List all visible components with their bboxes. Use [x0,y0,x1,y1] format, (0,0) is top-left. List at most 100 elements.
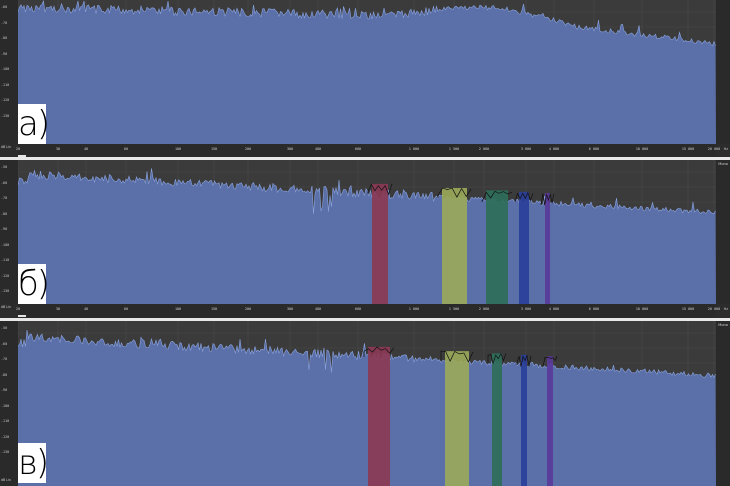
x-tick-label: 200 [244,147,252,151]
y-tick-label: -90 [1,51,8,56]
spectrum-panel-a: -60 -70 -80 -90 -100 -110 -120 -130 Hz 20 30 40 60… [0,0,730,158]
x-tick-label: 10 000 [635,147,649,151]
x-unit: Hz [723,307,728,311]
spectrum-panel-v: -50 -60 -70 -80 -90 -100 -110 -120 -130 Mono dB … [0,321,730,486]
x-tick-label: 1 500 [448,147,460,151]
y-tick-label: -100 [1,67,10,71]
spectrum-plot[interactable] [18,0,716,144]
green-band [486,190,508,304]
x-unit: Hz [723,147,728,151]
x-tick-label: 100 [174,307,182,311]
x-tick-label: 150 [210,307,218,311]
y-tick-label: -70 [1,20,8,25]
y-tick-label: -110 [1,258,10,262]
x-tick-label: 100 [174,147,182,151]
spectrum-panel-b: -50 -60 -70 -80 -90 -100 -110 -120 -130 Mono Hz … [0,160,730,318]
scale-mode-label[interactable]: dB Lin [1,305,11,309]
x-tick-label: 40 [83,147,89,151]
x-tick-label: 3 000 [520,147,532,151]
y-tick-label: -120 [1,273,10,278]
x-tick-label: 60 [123,307,129,311]
y-tick-label: -60 [1,5,8,9]
purple-band [545,193,550,304]
x-tick-label: 1 500 [448,307,460,311]
x-tick-label: 15 000 [681,147,695,151]
y-tick-label: -80 [1,372,8,377]
yellow-band [442,188,467,304]
channel-label: Mono [718,162,728,166]
scroll-handle[interactable] [18,315,26,317]
y-tick-label: -100 [1,242,10,247]
red-band [368,346,390,486]
y-tick-label: -50 [1,165,8,169]
x-tick-label: 20 [15,307,21,311]
purple-band [547,356,553,486]
x-tick-label: 2 000 [478,147,490,151]
y-tick-label: -120 [1,98,10,102]
x-tick-label: 30 [55,147,61,151]
blue-band [521,354,527,486]
scale-mode-label[interactable]: dB Lin [1,145,11,149]
x-tick-label: 200 [244,307,252,311]
x-tick-label: 300 [286,307,294,311]
y-tick-label: -80 [1,211,8,216]
x-tick-label: 30 [55,307,61,311]
x-axis: Hz 20 30 40 60 100 150 200 300 400 600 1 000 1 500 2… [15,304,728,318]
channel-label: Mono [718,323,728,327]
panel-label: в) [18,443,49,483]
y-axis: -50 -60 -70 -80 -90 -100 -110 -120 -130 [0,160,18,304]
x-tick-label: 3 000 [520,307,532,311]
y-tick-label: -110 [1,82,10,87]
y-axis: -50 -60 -70 -80 -90 -100 -110 -120 -130 [0,321,18,486]
x-tick-label: 1 000 [408,307,420,311]
scale-mode-label[interactable]: dB Lin [1,478,11,482]
y-tick-label: -60 [1,180,8,185]
x-tick-label: 400 [314,147,322,151]
x-tick-label: 6 000 [588,147,600,151]
panel-label: б) [18,264,50,304]
spectrum-graph [18,160,716,304]
y-tick-label: -70 [1,196,8,200]
y-tick-label: -60 [1,341,8,346]
y-tick-label: -110 [1,419,10,423]
x-tick-label: 400 [314,307,322,311]
y-axis: -60 -70 -80 -90 -100 -110 -120 -130 [0,0,18,144]
x-tick-label: 4 000 [548,147,560,151]
x-tick-label: 6 000 [588,307,600,311]
y-tick-label: -90 [1,227,8,231]
yellow-band [445,351,469,486]
y-tick-label: -130 [1,289,10,293]
x-tick-label: 600 [354,147,362,151]
y-tick-label: -120 [1,434,10,439]
y-tick-label: -70 [1,357,8,361]
x-tick-label: 40 [83,307,89,311]
right-ruler: Mono [716,321,730,486]
y-tick-label: -100 [1,403,10,408]
x-tick-label: 1 000 [408,147,420,151]
green-band [492,353,502,486]
x-tick-label: 2 000 [478,307,490,311]
x-tick-label: 20 [15,147,21,151]
spectrum-graph [18,0,716,144]
spectrum-area [18,330,716,486]
spectrum-area [18,168,716,304]
y-tick-label: -50 [1,326,8,330]
y-tick-label: -90 [1,388,8,392]
spectrum-graph [18,321,716,486]
spectrum-plot[interactable] [18,160,716,304]
y-tick-label: -80 [1,36,8,40]
x-tick-label: 4 000 [548,307,560,311]
right-ruler [716,0,730,144]
red-band [372,183,388,304]
right-ruler: Mono [716,160,730,304]
spectrum-plot[interactable] [18,321,716,486]
x-tick-label: 600 [354,307,362,311]
x-tick-label: 60 [123,147,129,151]
y-tick-label: -130 [1,450,10,454]
x-axis: Hz 20 30 40 60 100 150 200 300 400 600 1 000 1 500 2… [15,144,728,158]
x-tick-label: 20 000 [707,147,721,151]
x-tick-label: 20 000 [707,307,721,311]
x-tick-label: 10 000 [635,307,649,311]
x-tick-label: 300 [286,147,294,151]
spectrum-area [18,1,716,144]
